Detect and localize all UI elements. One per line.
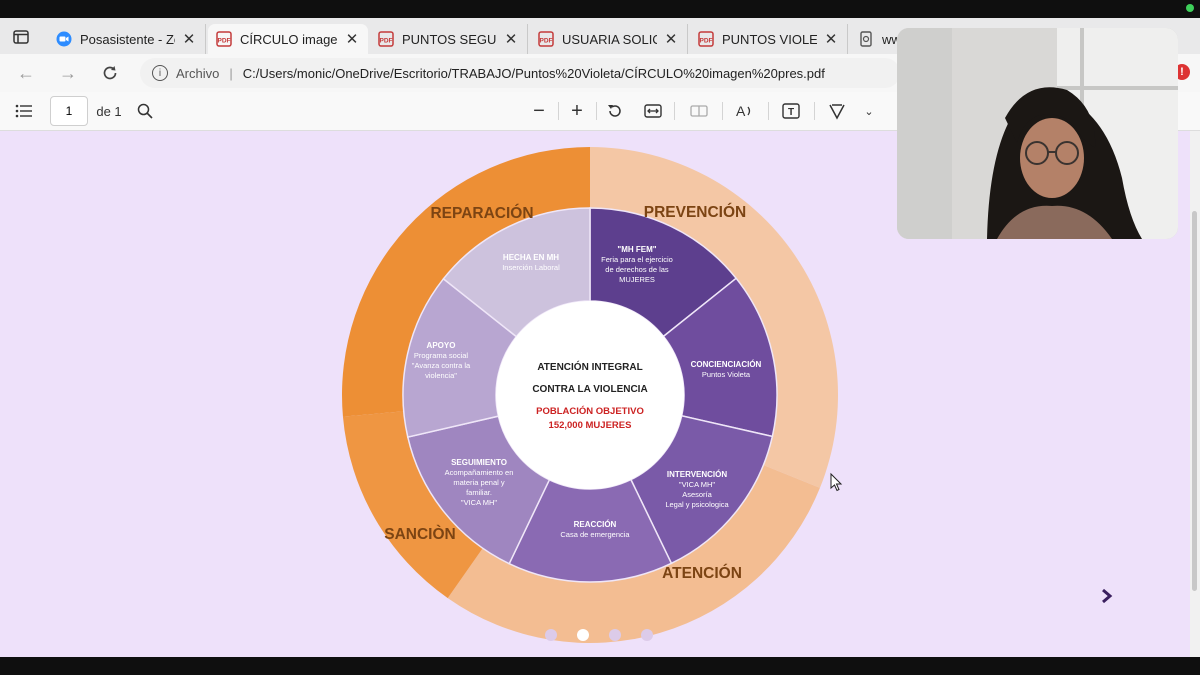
target-population-value: 152,000 MUJERES — [549, 420, 632, 431]
hecha-segment-title: HECHA EN MH — [503, 253, 559, 262]
tab-label: PUNTOS VIOLETA CDMX — [722, 31, 817, 47]
apoyo-segment-line: "Avanza contra la — [412, 361, 471, 370]
center-title-line1: ATENCIÓN INTEGRAL — [537, 360, 642, 373]
svg-text:PDF: PDF — [540, 38, 553, 45]
zoom-icon — [56, 31, 72, 47]
os-top-bar — [0, 0, 1200, 18]
next-slide-chevron-icon[interactable] — [1102, 588, 1113, 604]
tab-usuaria-solicita[interactable]: PDF USUARIA SOLICITA ✕ — [530, 24, 688, 54]
pdf-icon: PDF — [538, 31, 554, 47]
tab-label: CÍRCULO imagen pres — [240, 31, 338, 47]
add-text-icon[interactable]: T — [780, 100, 802, 122]
svg-text:A: A — [736, 103, 746, 119]
svg-text:PDF: PDF — [380, 38, 393, 45]
tab-label: Posasistente - Zoom — [80, 31, 175, 47]
recording-indicator — [1186, 4, 1194, 12]
rotate-icon[interactable] — [604, 100, 626, 122]
tab-puntos-seguros[interactable]: PDF PUNTOS SEGUROS ✕ — [370, 24, 528, 54]
page-view-icon[interactable] — [688, 100, 710, 122]
target-population-label: POBLACIÓN OBJETIVO — [536, 405, 644, 417]
participant-video[interactable] — [897, 28, 1178, 239]
pdf-icon: PDF — [378, 31, 394, 47]
atencion-label: ATENCIÓN — [662, 564, 742, 582]
mhfem-segment-line: Feria para el ejercicio — [601, 255, 673, 264]
search-icon[interactable] — [134, 100, 156, 122]
tab-zoom[interactable]: Posasistente - Zoom ✕ — [48, 24, 206, 54]
draw-icon[interactable] — [826, 100, 848, 122]
forward-arrow-icon[interactable]: → — [54, 61, 82, 85]
seguimiento-segment-line: "VICA MH" — [461, 498, 498, 507]
pdf-icon: PDF — [216, 31, 232, 47]
seguimiento-segment-line: Acompañamiento en — [445, 468, 514, 477]
url-separator: | — [229, 65, 233, 81]
url-text: C:/Users/monic/OneDrive/Escritorio/TRABA… — [242, 65, 825, 81]
intervencion-segment-line: Legal y psicologica — [665, 500, 729, 509]
carousel-dot[interactable] — [609, 629, 621, 641]
contents-list-icon[interactable] — [12, 100, 36, 122]
url-scheme: Archivo — [176, 65, 220, 81]
close-icon[interactable]: ✕ — [823, 30, 839, 48]
close-icon[interactable]: ✕ — [181, 30, 197, 48]
close-icon[interactable]: ✕ — [503, 30, 519, 48]
tab-actions-icon[interactable] — [8, 26, 34, 48]
mhfem-segment-line: MUJERES — [619, 275, 655, 284]
fit-page-icon[interactable] — [642, 100, 664, 122]
tab-label: USUARIA SOLICITA — [562, 31, 657, 47]
mhfem-segment-title: "MH FEM" — [617, 245, 656, 254]
intervencion-segment-title: INTERVENCIÓN — [667, 470, 728, 479]
pdf-icon: PDF — [698, 31, 714, 47]
apoyo-segment-title: APOYO — [427, 341, 456, 350]
zoom-out-icon[interactable]: − — [528, 100, 550, 122]
reaccion-segment-line: Casa de emergencia — [560, 530, 630, 539]
tab-label: PUNTOS SEGUROS — [402, 31, 497, 47]
refresh-icon[interactable] — [96, 61, 124, 85]
tab-puntos-violeta[interactable]: PDF PUNTOS VIOLETA CDMX ✕ — [690, 24, 848, 54]
close-icon[interactable]: ✕ — [663, 30, 679, 48]
reparacion-label: REPARACIÓN — [430, 204, 533, 222]
seguimiento-segment-line: familiar. — [466, 488, 492, 497]
seguimiento-segment-title: SEGUIMIENTO — [451, 458, 507, 467]
svg-text:PDF: PDF — [218, 38, 231, 45]
reaccion-segment-title: REACCIÓN — [574, 520, 617, 529]
mouse-cursor-icon — [830, 472, 843, 492]
info-icon[interactable]: i — [152, 65, 168, 81]
mhfem-segment-line: de derechos de las — [605, 265, 669, 274]
hecha-segment-line: Inserción Laboral — [502, 263, 560, 272]
scrollbar[interactable] — [1190, 131, 1200, 657]
seguimiento-segment-line: materia penal y — [453, 478, 505, 487]
center-disc — [496, 301, 684, 489]
carousel-dot[interactable] — [545, 629, 557, 641]
chevron-down-icon[interactable]: ⌄ — [860, 100, 878, 122]
read-aloud-icon[interactable]: A — [734, 100, 756, 122]
center-title-line2: CONTRA LA VIOLENCIA — [532, 384, 647, 395]
sancion-label: SANCIÒN — [384, 525, 455, 543]
svg-text:T: T — [788, 107, 794, 118]
url-field[interactable]: i Archivo | C:/Users/monic/OneDrive/Escr… — [140, 58, 900, 88]
apoyo-segment-line: Programa social — [414, 351, 469, 360]
web-icon — [858, 31, 874, 47]
carousel-dot-active[interactable] — [577, 629, 589, 641]
prevencion-label: PREVENCIÓN — [644, 203, 747, 221]
intervencion-segment-line: Asesoría — [682, 490, 712, 499]
page-count: de 1 — [96, 103, 122, 119]
scrollbar-thumb[interactable] — [1192, 211, 1197, 591]
intervencion-segment-line: "VICA MH" — [679, 480, 716, 489]
page-number-input[interactable]: 1 — [50, 96, 88, 126]
back-arrow-icon[interactable]: ← — [12, 61, 40, 85]
tab-circulo-pdf[interactable]: PDF CÍRCULO imagen pres ✕ — [208, 24, 368, 54]
os-bottom-bar — [0, 657, 1200, 675]
svg-text:PDF: PDF — [700, 38, 713, 45]
zoom-in-icon[interactable]: + — [566, 100, 588, 122]
concienciacion-segment-title: CONCIENCIACIÓN — [691, 360, 762, 369]
carousel-dot[interactable] — [641, 629, 653, 641]
close-icon[interactable]: ✕ — [344, 30, 360, 48]
concienciacion-segment-line: Puntos Violeta — [702, 370, 751, 379]
apoyo-segment-line: violencia" — [425, 371, 457, 380]
